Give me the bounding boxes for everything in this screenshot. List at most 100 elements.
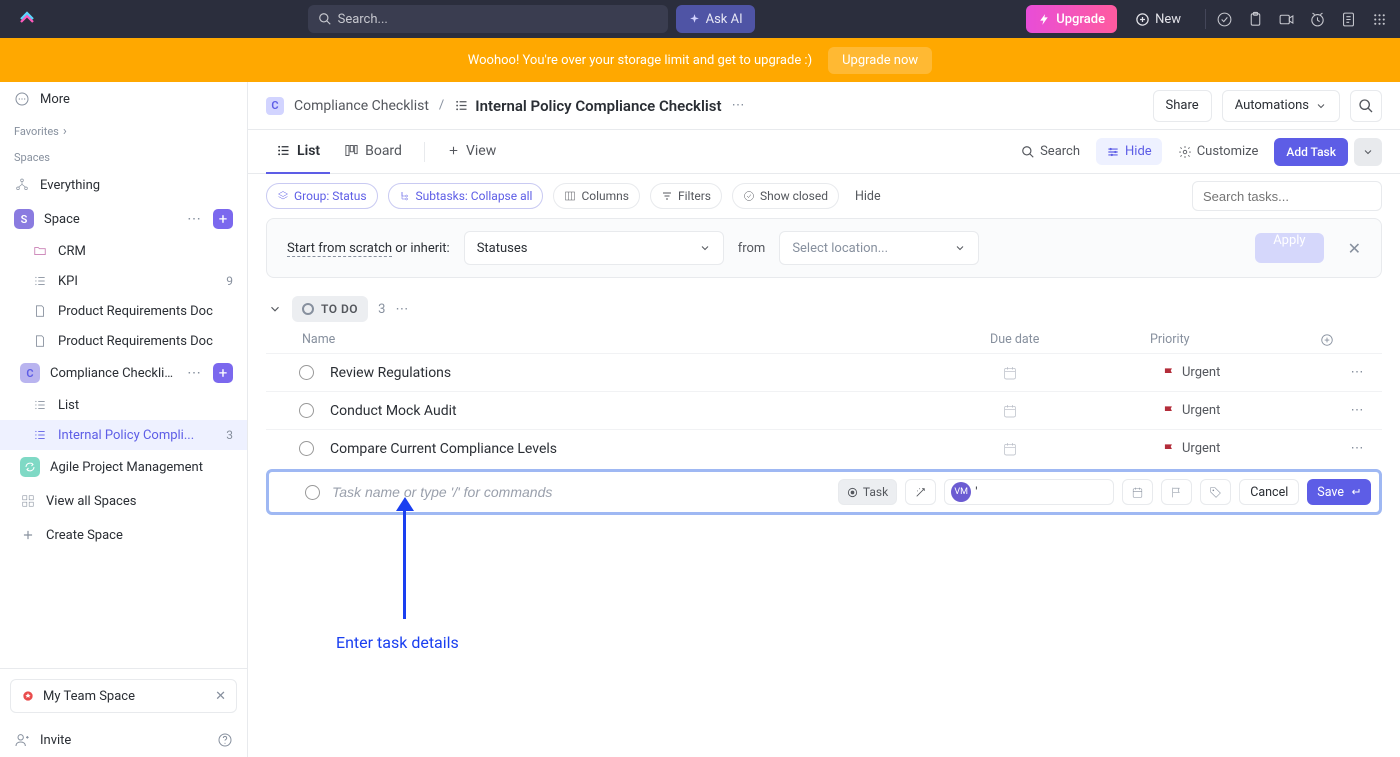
close-icon[interactable]: ✕ bbox=[215, 689, 226, 704]
ellipsis-icon[interactable]: ⋯ bbox=[1332, 403, 1382, 418]
tag-button[interactable] bbox=[1200, 479, 1231, 505]
task-row[interactable]: Review Regulations Urgent ⋯ bbox=[266, 353, 1382, 391]
add-task-button[interactable]: Add Task bbox=[1274, 138, 1348, 166]
customize-button[interactable]: Customize bbox=[1168, 138, 1269, 165]
chip-group[interactable]: Group: Status bbox=[266, 183, 378, 209]
upgrade-button[interactable]: Upgrade bbox=[1026, 5, 1117, 33]
new-button[interactable]: New bbox=[1125, 5, 1191, 33]
upgrade-now-button[interactable]: Upgrade now bbox=[828, 47, 932, 74]
status-ring-icon[interactable] bbox=[299, 365, 314, 380]
sidebar-view-all-spaces[interactable]: View all Spaces bbox=[0, 484, 247, 518]
add-icon[interactable]: + bbox=[213, 363, 233, 383]
sidebar-more[interactable]: More bbox=[0, 82, 247, 116]
sidebar: More Favorites Spaces Everything S Space… bbox=[0, 82, 248, 757]
assignee-field[interactable]: VM ' bbox=[944, 479, 1114, 505]
due-date-button[interactable] bbox=[1122, 479, 1153, 505]
ellipsis-icon[interactable]: ⋯ bbox=[1332, 365, 1382, 380]
status-ring-icon[interactable] bbox=[299, 441, 314, 456]
priority-cell[interactable]: Urgent bbox=[1162, 403, 1332, 418]
wand-button[interactable] bbox=[905, 479, 936, 505]
status-ring-icon[interactable] bbox=[299, 403, 314, 418]
share-button[interactable]: Share bbox=[1153, 90, 1212, 122]
inherit-statuses-select[interactable]: Statuses bbox=[464, 231, 724, 265]
priority-cell[interactable]: Urgent bbox=[1162, 365, 1332, 380]
inherit-location-select[interactable]: Select location... bbox=[779, 231, 979, 265]
ellipsis-icon[interactable]: ⋯ bbox=[1332, 441, 1382, 456]
add-column-button[interactable] bbox=[1320, 333, 1370, 347]
view-tab-board[interactable]: Board bbox=[334, 130, 412, 174]
chip-subtasks[interactable]: Subtasks: Collapse all bbox=[388, 183, 544, 209]
ellipsis-icon[interactable]: ⋯ bbox=[185, 211, 203, 227]
alarm-icon[interactable] bbox=[1309, 11, 1326, 28]
sliders-icon bbox=[1106, 145, 1120, 159]
save-button[interactable]: Save bbox=[1307, 479, 1371, 505]
status-pill[interactable]: TO DO bbox=[292, 296, 368, 322]
sidebar-item-prd1[interactable]: Product Requirements Doc bbox=[0, 296, 247, 326]
ellipsis-circle-icon bbox=[14, 91, 30, 107]
chip-hide[interactable]: Hide bbox=[849, 183, 887, 209]
notepad-icon[interactable] bbox=[1340, 11, 1357, 28]
sidebar-list[interactable]: List bbox=[0, 390, 247, 420]
cancel-button[interactable]: Cancel bbox=[1239, 479, 1299, 505]
chevron-down-icon bbox=[699, 242, 711, 254]
sidebar-item-prd2[interactable]: Product Requirements Doc bbox=[0, 326, 247, 356]
apply-button[interactable]: Apply bbox=[1255, 233, 1323, 263]
task-type-chip[interactable]: Task bbox=[838, 479, 897, 505]
chip-show-closed[interactable]: Show closed bbox=[732, 183, 839, 209]
ellipsis-icon[interactable]: ⋯ bbox=[185, 365, 203, 381]
topbar-utility-icons bbox=[1205, 9, 1388, 29]
sidebar-agile[interactable]: Agile Project Management bbox=[0, 450, 247, 484]
favorites-heading[interactable]: Favorites bbox=[0, 116, 247, 143]
add-task-dropdown[interactable] bbox=[1354, 138, 1382, 166]
sidebar-item-crm[interactable]: CRM bbox=[0, 236, 247, 266]
help-icon[interactable] bbox=[217, 732, 233, 748]
global-search[interactable]: Search... bbox=[308, 5, 668, 33]
automations-button[interactable]: Automations bbox=[1222, 90, 1340, 122]
chevron-down-icon[interactable] bbox=[268, 302, 282, 316]
hide-button[interactable]: Hide bbox=[1096, 138, 1162, 165]
apps-grid-icon[interactable] bbox=[1371, 11, 1388, 28]
gear-icon bbox=[1178, 145, 1192, 159]
calendar-icon[interactable] bbox=[1002, 403, 1162, 419]
check-circle-icon[interactable] bbox=[1216, 11, 1233, 28]
add-view-button[interactable]: View bbox=[437, 130, 506, 174]
status-ring-icon[interactable] bbox=[305, 485, 320, 500]
sidebar-compliance-checklist[interactable]: C Compliance Checklist ⋯ + bbox=[0, 356, 247, 390]
calendar-icon[interactable] bbox=[1002, 365, 1162, 381]
banner-text: Woohoo! You're over your storage limit a… bbox=[468, 53, 812, 68]
close-icon[interactable]: ✕ bbox=[1348, 239, 1361, 258]
task-row[interactable]: Conduct Mock Audit Urgent ⋯ bbox=[266, 391, 1382, 429]
chip-columns[interactable]: Columns bbox=[553, 183, 640, 209]
calendar-icon[interactable] bbox=[1002, 441, 1162, 457]
ellipsis-icon[interactable]: ⋯ bbox=[732, 98, 745, 113]
chip-filters[interactable]: Filters bbox=[650, 183, 722, 209]
upgrade-banner: Woohoo! You're over your storage limit a… bbox=[0, 38, 1400, 82]
task-dot-icon bbox=[847, 487, 858, 498]
sidebar-internal-policy[interactable]: Internal Policy Compli... 3 bbox=[0, 420, 247, 450]
priority-cell[interactable]: Urgent bbox=[1162, 441, 1332, 456]
breadcrumb-space-chip[interactable]: C bbox=[266, 97, 284, 115]
priority-button[interactable] bbox=[1161, 479, 1192, 505]
view-search-button[interactable]: Search bbox=[1011, 138, 1090, 165]
view-tab-list[interactable]: List bbox=[266, 130, 330, 174]
ellipsis-icon[interactable]: ⋯ bbox=[395, 302, 408, 317]
chevron-down-icon bbox=[954, 242, 966, 254]
tag-icon bbox=[1209, 486, 1222, 499]
col-priority: Priority bbox=[1150, 332, 1320, 347]
sidebar-create-space[interactable]: Create Space bbox=[0, 518, 247, 552]
video-icon[interactable] bbox=[1278, 11, 1295, 28]
sidebar-everything[interactable]: Everything bbox=[0, 168, 247, 202]
team-space-chip[interactable]: My Team Space ✕ bbox=[10, 679, 237, 713]
task-row[interactable]: Compare Current Compliance Levels Urgent… bbox=[266, 429, 1382, 467]
search-tasks-input[interactable] bbox=[1192, 181, 1382, 211]
sidebar-space[interactable]: S Space ⋯ + bbox=[0, 202, 247, 236]
sidebar-item-kpi[interactable]: KPI 9 bbox=[0, 266, 247, 296]
search-icon bbox=[1358, 98, 1374, 114]
clipboard-icon[interactable] bbox=[1247, 11, 1264, 28]
sidebar-invite[interactable]: Invite bbox=[0, 723, 247, 757]
add-icon[interactable]: + bbox=[213, 209, 233, 229]
breadcrumb-space[interactable]: Compliance Checklist bbox=[294, 98, 429, 114]
group-header: TO DO 3 ⋯ bbox=[268, 296, 1382, 322]
search-button[interactable] bbox=[1350, 90, 1382, 122]
ask-ai-button[interactable]: Ask AI bbox=[676, 5, 755, 33]
